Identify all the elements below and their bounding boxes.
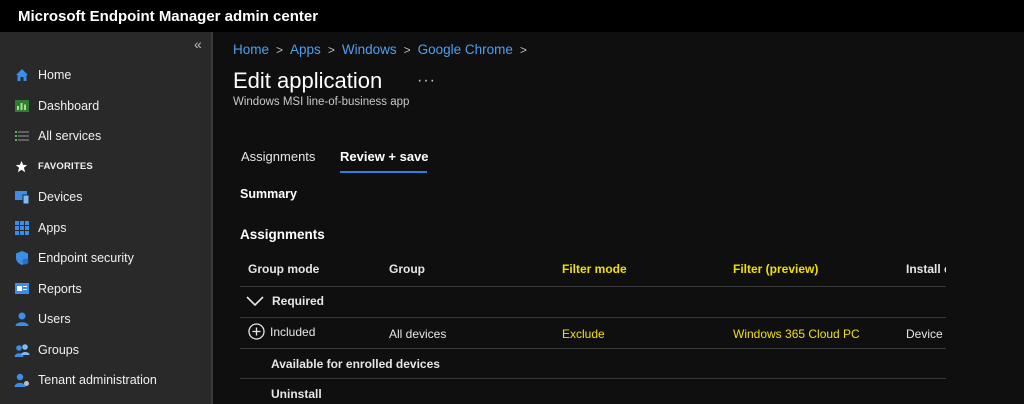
main-content: Home > Apps > Windows > Google Chrome > …: [215, 32, 1024, 404]
star-icon: [13, 158, 30, 175]
filter-link[interactable]: Windows 365 Cloud PC: [733, 327, 860, 341]
breadcrumb-home[interactable]: Home: [233, 42, 269, 57]
required-label: Required: [272, 294, 325, 308]
install-context-value: Device: [906, 327, 943, 341]
sidebar-item-users[interactable]: Users: [0, 304, 211, 335]
breadcrumb-apps[interactable]: Apps: [290, 42, 321, 57]
favorites-header: FAVORITES: [0, 152, 211, 183]
sidebar-item-label: Groups: [38, 342, 79, 357]
available-enrolled-label: Available for enrolled devices: [271, 357, 440, 371]
sidebar-item-endpoint-security[interactable]: Endpoint security: [0, 243, 211, 274]
sidebar: « Home Dashboard All services FAVORITES: [0, 32, 213, 404]
shield-icon: [13, 250, 30, 267]
breadcrumb: Home > Apps > Windows > Google Chrome >: [233, 42, 534, 57]
page-title: Edit application: [233, 68, 383, 93]
collapse-sidebar-button[interactable]: «: [194, 36, 202, 52]
sidebar-item-dashboard[interactable]: Dashboard: [0, 91, 211, 122]
tenant-icon: [13, 372, 30, 389]
reports-icon: [13, 280, 30, 297]
chevron-right-icon: >: [327, 42, 335, 57]
dashboard-icon: [13, 97, 30, 114]
sidebar-item-label: Apps: [38, 220, 67, 235]
group-mode-value: Included: [270, 324, 316, 339]
groups-icon: [13, 341, 30, 358]
row-divider: [240, 317, 946, 318]
sidebar-item-label: Tenant administration: [38, 373, 157, 388]
filter-mode-value: Exclude: [562, 327, 605, 341]
active-tab-indicator: [340, 171, 427, 173]
tab-review-save[interactable]: Review + save: [340, 149, 429, 164]
sidebar-item-label: Reports: [38, 281, 82, 296]
chevron-right-icon: >: [403, 42, 411, 57]
sidebar-item-devices[interactable]: Devices: [0, 182, 211, 213]
summary-heading: Summary: [240, 187, 297, 201]
user-icon: [13, 311, 30, 328]
sidebar-item-label: Dashboard: [38, 98, 100, 113]
sidebar-item-label: Users: [38, 312, 71, 327]
breadcrumb-google-chrome[interactable]: Google Chrome: [418, 42, 513, 57]
app-title-bar: Microsoft Endpoint Manager admin center: [0, 0, 1024, 32]
devices-icon: [13, 189, 30, 206]
more-options-button[interactable]: ···: [417, 72, 436, 90]
sidebar-item-label: Home: [38, 68, 72, 83]
sidebar-nav: Home Dashboard All services FAVORITES De…: [0, 60, 211, 396]
column-header-group: Group: [389, 262, 425, 276]
column-header-filter: Filter (preview): [733, 262, 819, 276]
group-link[interactable]: All devices: [389, 327, 446, 341]
required-group-toggle[interactable]: Required: [246, 294, 324, 308]
breadcrumb-windows[interactable]: Windows: [342, 42, 397, 57]
tab-assignments[interactable]: Assignments: [241, 149, 315, 164]
sidebar-item-tenant-administration[interactable]: Tenant administration: [0, 365, 211, 396]
plus-circle-icon: [248, 323, 265, 340]
row-divider: [240, 286, 946, 287]
sidebar-item-all-services[interactable]: All services: [0, 121, 211, 152]
apps-icon: [13, 219, 30, 236]
sidebar-item-groups[interactable]: Groups: [0, 335, 211, 366]
app-title: Microsoft Endpoint Manager admin center: [18, 7, 319, 25]
chevron-down-icon: [246, 295, 264, 307]
page-subtitle: Windows MSI line-of-business app: [233, 96, 410, 108]
column-header-filter-mode: Filter mode: [562, 262, 627, 276]
row-divider: [240, 378, 946, 379]
list-icon: [13, 128, 30, 145]
column-header-group-mode: Group mode: [248, 262, 320, 276]
home-icon: [13, 67, 30, 84]
sidebar-item-label: All services: [38, 129, 102, 144]
column-header-install-context: Install context: [906, 262, 946, 276]
favorites-label: FAVORITES: [38, 161, 93, 173]
group-mode-cell: Included: [248, 323, 315, 340]
sidebar-item-label: Devices: [38, 190, 83, 205]
sidebar-item-apps[interactable]: Apps: [0, 213, 211, 244]
assignments-heading: Assignments: [240, 227, 325, 242]
row-divider: [240, 348, 946, 349]
chevron-right-icon: >: [276, 42, 284, 57]
sidebar-item-home[interactable]: Home: [0, 60, 211, 91]
uninstall-label: Uninstall: [271, 387, 322, 401]
sidebar-item-label: Endpoint security: [38, 251, 134, 266]
sidebar-item-reports[interactable]: Reports: [0, 274, 211, 305]
chevron-right-icon: >: [519, 42, 527, 57]
